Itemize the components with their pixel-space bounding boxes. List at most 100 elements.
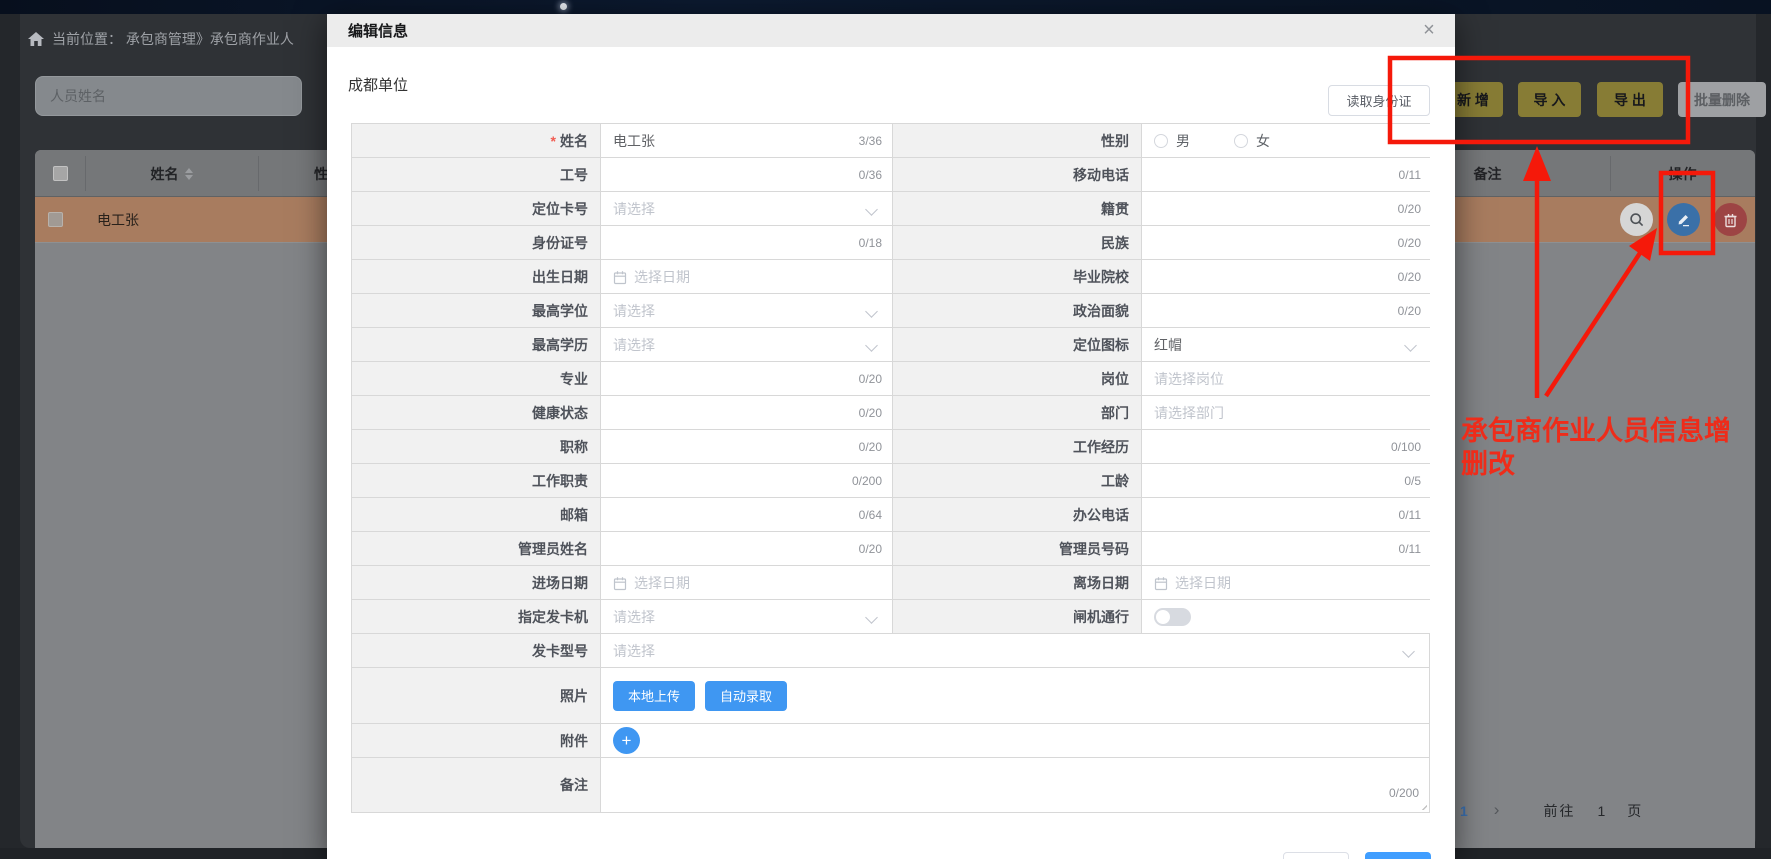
char-counter: 0/5: [1404, 474, 1421, 488]
form-field-employee-no[interactable]: 0/36: [601, 158, 893, 191]
breadcrumb: 当前位置： 承包商管理》承包商作业人: [28, 28, 294, 50]
chevron-down-icon: [865, 339, 878, 352]
add-attachment-button[interactable]: +: [613, 727, 640, 754]
form-field-id-number[interactable]: 0/18: [601, 226, 893, 259]
form-label-location-card: 定位卡号: [352, 192, 601, 225]
form-field-work-experience[interactable]: 0/100: [1142, 430, 1431, 463]
app-top-strip: [0, 0, 1771, 14]
form-row: 工作职责0/200工龄0/5: [352, 464, 1429, 498]
dialog-title: 编辑信息: [348, 20, 408, 41]
read-id-card-button[interactable]: 读取身份证: [1328, 85, 1430, 116]
sort-caret-icon[interactable]: [185, 168, 193, 180]
form-field-email[interactable]: 0/64: [601, 498, 893, 531]
form-field-name[interactable]: 电工张3/36: [601, 124, 893, 157]
form-row: 最高学位请选择政治面貌0/20: [352, 294, 1429, 328]
form-field-job-title[interactable]: 0/20: [601, 430, 893, 463]
form-row: 指定发卡机请选择闸机通行: [352, 600, 1429, 634]
char-counter: 0/64: [859, 508, 882, 522]
table-header-name[interactable]: 姓名: [85, 150, 258, 197]
form-row: 备注0/200: [352, 758, 1429, 812]
form-row: 身份证号0/18民族0/20: [352, 226, 1429, 260]
close-icon[interactable]: ×: [1417, 18, 1441, 42]
calendar-icon: [1154, 576, 1168, 591]
form-field-major[interactable]: 0/20: [601, 362, 893, 395]
form-label-photo: 照片: [352, 668, 601, 723]
form-field-card-model[interactable]: 请选择: [601, 634, 1429, 667]
form-field-location-icon[interactable]: 红帽: [1142, 328, 1431, 361]
form-row: 出生日期选择日期毕业院校0/20: [352, 260, 1429, 294]
char-counter: 0/20: [1398, 270, 1421, 284]
toggle-gate-pass[interactable]: [1154, 608, 1191, 626]
local-upload-button[interactable]: 本地上传: [613, 681, 695, 711]
pagination: 1 › 前往 1 页: [1452, 800, 1641, 822]
goto-page-input[interactable]: 1: [1575, 803, 1627, 819]
char-counter: 0/11: [1399, 168, 1421, 182]
form-field-highest-degree[interactable]: 请选择: [601, 294, 893, 327]
radio-gender-0[interactable]: 男: [1154, 131, 1190, 151]
char-counter: 0/20: [1398, 236, 1421, 250]
view-button[interactable]: [1620, 203, 1653, 236]
auto-capture-button[interactable]: 自动录取: [705, 681, 787, 711]
form-row: 健康状态0/20部门请选择部门: [352, 396, 1429, 430]
form-field-entry-date[interactable]: 选择日期: [601, 566, 893, 599]
export-button[interactable]: 导 出: [1597, 82, 1663, 117]
form-label-card-model: 发卡型号: [352, 634, 601, 667]
form-field-gate-pass[interactable]: [1142, 600, 1431, 633]
form-field-card-issuer[interactable]: 请选择: [601, 600, 893, 633]
delete-button[interactable]: [1714, 203, 1747, 236]
form-field-admin-number[interactable]: 0/11: [1142, 532, 1431, 565]
search-input[interactable]: 人员姓名: [35, 76, 302, 116]
home-icon: [28, 32, 44, 47]
form-field-post[interactable]: 请选择岗位: [1142, 362, 1431, 395]
form-field-attachment[interactable]: +: [601, 724, 1429, 757]
page-number-current[interactable]: 1: [1452, 803, 1476, 819]
form-field-ethnicity[interactable]: 0/20: [1142, 226, 1431, 259]
form-field-department[interactable]: 请选择部门: [1142, 396, 1431, 429]
form-label-admin-number: 管理员号码: [893, 532, 1142, 565]
form-label-department: 部门: [893, 396, 1142, 429]
form-field-highest-education[interactable]: 请选择: [601, 328, 893, 361]
edit-button[interactable]: [1667, 203, 1700, 236]
search-placeholder: 人员姓名: [50, 86, 106, 106]
form-row: 管理员姓名0/20管理员号码0/11: [352, 532, 1429, 566]
form-field-location-card[interactable]: 请选择: [601, 192, 893, 225]
form-field-remark[interactable]: 0/200: [601, 758, 1429, 812]
confirm-button[interactable]: [1365, 852, 1431, 859]
form-label-work-experience: 工作经历: [893, 430, 1142, 463]
form-field-work-years[interactable]: 0/5: [1142, 464, 1431, 497]
form-field-gender[interactable]: 男女: [1142, 124, 1431, 157]
form-row: 最高学历请选择定位图标红帽: [352, 328, 1429, 362]
form-field-health-status[interactable]: 0/20: [601, 396, 893, 429]
form-field-birth-date[interactable]: 选择日期: [601, 260, 893, 293]
form-field-graduate-school[interactable]: 0/20: [1142, 260, 1431, 293]
form-field-mobile-phone[interactable]: 0/11: [1142, 158, 1431, 191]
form-field-job-duty[interactable]: 0/200: [601, 464, 893, 497]
radio-gender-1[interactable]: 女: [1234, 131, 1270, 151]
form-row: 定位卡号请选择籍贯0/20: [352, 192, 1429, 226]
form-row: 照片本地上传自动录取: [352, 668, 1429, 724]
form-label-major: 专业: [352, 362, 601, 395]
form-field-office-phone[interactable]: 0/11: [1142, 498, 1431, 531]
form-field-political-status[interactable]: 0/20: [1142, 294, 1431, 327]
char-counter: 0/20: [859, 406, 882, 420]
form-field-photo[interactable]: 本地上传自动录取: [601, 668, 1429, 723]
cancel-button[interactable]: [1283, 852, 1349, 859]
next-page-icon[interactable]: ›: [1476, 800, 1518, 822]
resize-handle[interactable]: [1418, 801, 1427, 810]
form-label-political-status: 政治面貌: [893, 294, 1142, 327]
edit-form: *姓名电工张3/36性别男女工号0/36移动电话0/11定位卡号请选择籍贯0/2…: [351, 123, 1430, 813]
form-label-entry-date: 进场日期: [352, 566, 601, 599]
form-field-leave-date[interactable]: 选择日期: [1142, 566, 1431, 599]
edit-info-dialog: 编辑信息 × 成都单位 读取身份证 *姓名电工张3/36性别男女工号0/36移动…: [327, 14, 1455, 859]
char-counter: 0/100: [1391, 440, 1421, 454]
form-field-admin-name[interactable]: 0/20: [601, 532, 893, 565]
form-field-native-place[interactable]: 0/20: [1142, 192, 1431, 225]
row-checkbox[interactable]: [48, 212, 63, 227]
batch-delete-button[interactable]: 批量删除: [1678, 82, 1766, 117]
form-label-gender: 性别: [893, 124, 1142, 157]
form-row: 职称0/20工作经历0/100: [352, 430, 1429, 464]
trash-icon: [1723, 212, 1738, 228]
select-all-checkbox[interactable]: [53, 166, 68, 181]
import-button[interactable]: 导 入: [1518, 82, 1581, 117]
magnifier-icon: [1629, 212, 1645, 228]
